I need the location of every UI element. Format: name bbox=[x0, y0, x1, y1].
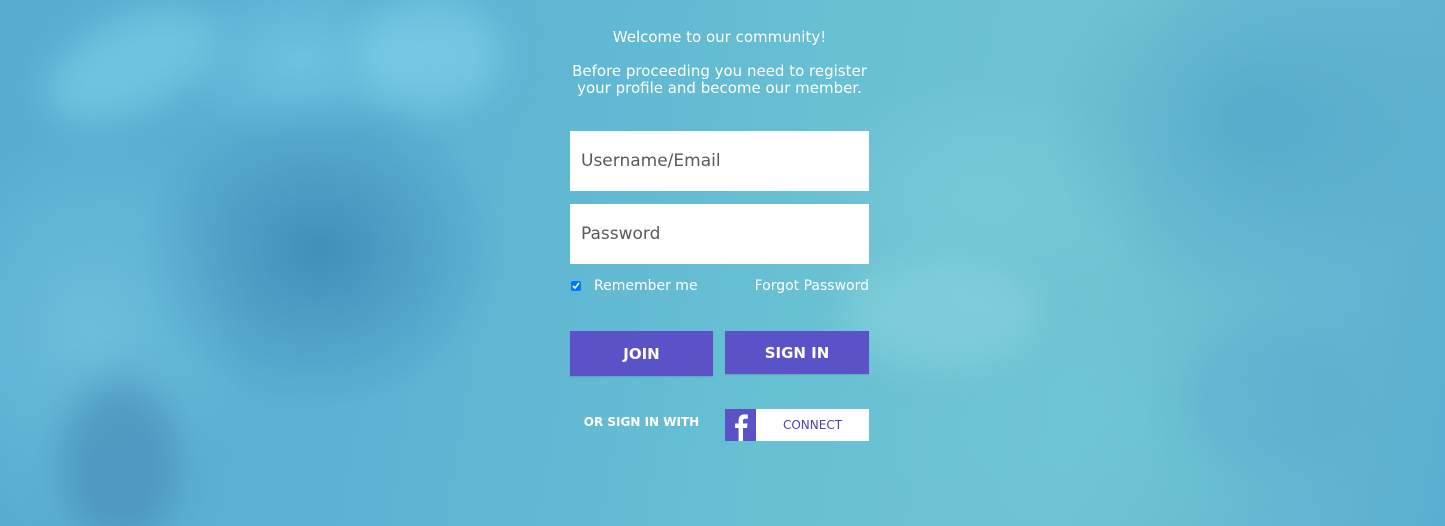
password-input[interactable] bbox=[570, 204, 869, 264]
facebook-icon bbox=[725, 409, 756, 441]
welcome-heading: Welcome to our community! bbox=[612, 28, 827, 46]
facebook-connect-button[interactable]: CONNECT bbox=[725, 409, 869, 441]
registration-notice: Before proceeding you need to register y… bbox=[572, 62, 867, 97]
or-sign-in-with-text: OR SIGN IN WITH bbox=[583, 415, 700, 429]
remember-me-label: Remember me bbox=[594, 278, 698, 294]
forgot-password-link[interactable]: Forgot Password bbox=[755, 276, 869, 296]
sign-in-button[interactable]: SIGN IN bbox=[725, 331, 869, 374]
connect-label: CONNECT bbox=[782, 418, 843, 432]
username-email-input[interactable] bbox=[570, 131, 869, 191]
remember-me[interactable]: Remember me bbox=[570, 276, 698, 296]
remember-me-checkbox[interactable] bbox=[571, 281, 581, 291]
join-button[interactable]: JOIN bbox=[570, 331, 713, 376]
